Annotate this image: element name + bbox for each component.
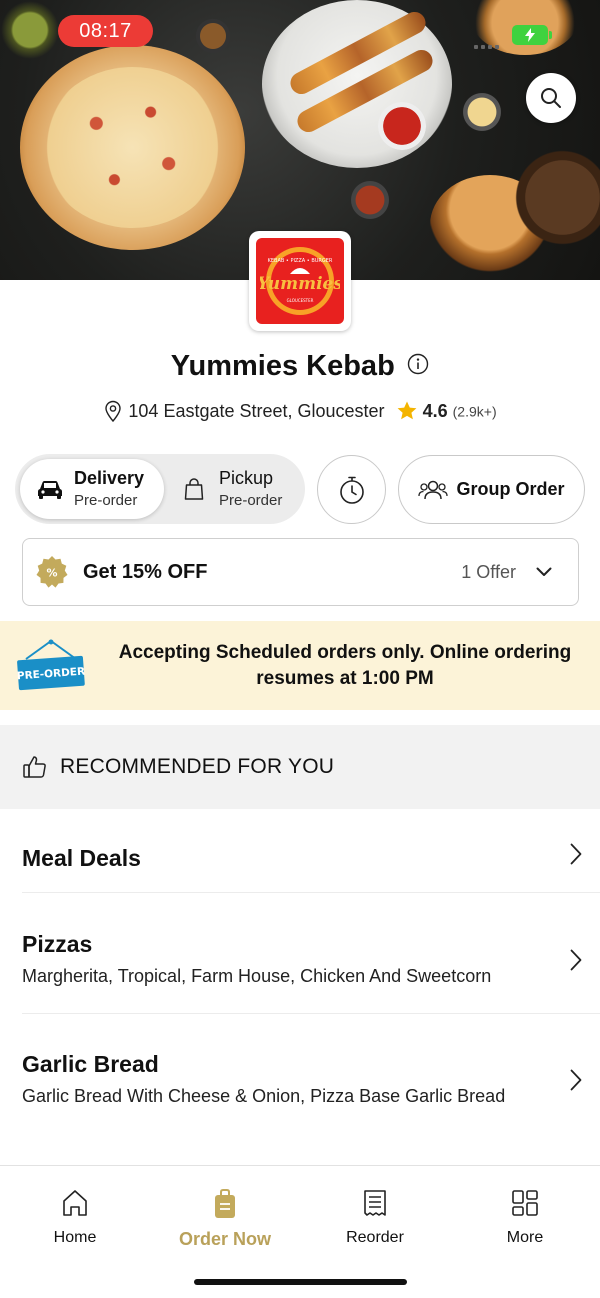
search-icon	[541, 88, 561, 108]
home-icon	[63, 1190, 87, 1216]
recommended-header: RECOMMENDED FOR YOU	[0, 725, 600, 809]
category-garlic-bread[interactable]: Garlic Bread Garlic Bread With Cheese & …	[22, 1051, 582, 1111]
tab-home[interactable]: Home	[0, 1188, 150, 1247]
svg-text:%: %	[46, 567, 57, 580]
address-row: 104 Eastgate Street, Gloucester 4.6 (2.9…	[0, 400, 600, 423]
chevron-right-icon	[570, 1069, 582, 1091]
group-icon	[418, 480, 449, 499]
tab-reorder[interactable]: Reorder	[300, 1188, 450, 1247]
delivery-option[interactable]: Delivery Pre-order	[20, 459, 164, 519]
offer-count: 1 Offer	[461, 561, 516, 582]
tab-label: Reorder	[346, 1229, 404, 1246]
stopwatch-icon	[339, 476, 364, 504]
pickup-sublabel: Pre-order	[219, 492, 283, 510]
category-title: Pizzas	[22, 931, 93, 957]
schedule-button[interactable]	[317, 455, 386, 524]
divider	[22, 892, 600, 893]
discount-badge-icon: %	[36, 556, 68, 588]
category-subtitle: Garlic Bread With Cheese & Onion, Pizza …	[22, 1086, 506, 1106]
order-bag-icon	[215, 1189, 235, 1218]
delivery-sublabel: Pre-order	[74, 492, 138, 510]
category-title: Garlic Bread	[22, 1051, 159, 1077]
order-type-toggle: Delivery Pre-order Pickup Pre-order	[15, 454, 305, 524]
offer-card[interactable]: % Get 15% OFF 1 Offer	[22, 538, 579, 606]
category-subtitle: Margherita, Tropical, Farm House, Chicke…	[22, 966, 492, 986]
group-order-button[interactable]: Group Order	[398, 455, 585, 524]
spice-bowl-photo	[195, 18, 231, 54]
grid-icon	[512, 1190, 538, 1216]
home-indicator	[194, 1279, 407, 1285]
recommended-label: RECOMMENDED FOR YOU	[60, 755, 335, 778]
dip-bowl-photo	[350, 180, 390, 220]
shopping-bag-icon	[184, 478, 204, 500]
chevron-right-icon	[570, 843, 582, 865]
chevron-down-icon	[536, 567, 552, 576]
preorder-message: Accepting Scheduled orders only. Online …	[118, 642, 572, 689]
restaurant-title-row: Yummies Kebab	[0, 350, 600, 383]
tab-label: More	[506, 1229, 544, 1246]
restaurant-logo: Yummies KEBAB • PIZZA • BURGER GLOUCESTE…	[249, 231, 351, 331]
pizza-photo	[20, 45, 245, 250]
restaurant-name: Yummies Kebab	[170, 350, 395, 382]
pickup-option[interactable]: Pickup Pre-order	[173, 459, 301, 519]
sauce-bowl-photo	[378, 102, 426, 150]
tab-label: Home	[53, 1229, 97, 1246]
tab-label: Order Now	[178, 1229, 271, 1249]
restaurant-address: 104 Eastgate Street, Gloucester	[128, 400, 385, 421]
dip-bowl-photo	[462, 92, 502, 132]
signal-icon	[474, 36, 504, 49]
logo-tagline: KEBAB • PIZZA • BURGER	[268, 258, 333, 264]
burger-photo	[515, 150, 600, 245]
category-meal-deals[interactable]: Meal Deals	[22, 843, 582, 875]
star-icon	[397, 401, 416, 420]
group-order-label: Group Order	[456, 479, 565, 499]
status-time: 08:17	[58, 15, 153, 47]
receipt-icon	[364, 1190, 386, 1216]
pickup-label: Pickup	[219, 467, 274, 488]
thumbs-up-icon	[23, 756, 46, 778]
oil-bottle-photo	[0, 0, 60, 60]
car-icon	[38, 481, 62, 499]
battery-charging-icon	[512, 25, 552, 45]
category-pizzas[interactable]: Pizzas Margherita, Tropical, Farm House,…	[22, 931, 582, 991]
delivery-label: Delivery	[74, 467, 145, 488]
preorder-sign-icon: PRE-ORDER	[17, 639, 85, 691]
tab-order-now[interactable]: Order Now	[150, 1188, 300, 1250]
tab-more[interactable]: More	[450, 1188, 600, 1247]
rating-value: 4.6	[422, 400, 448, 421]
location-pin-icon	[105, 401, 122, 423]
info-icon[interactable]	[407, 353, 429, 380]
category-title: Meal Deals	[22, 845, 141, 871]
logo-location: GLOUCESTER	[287, 298, 314, 303]
chevron-right-icon	[570, 949, 582, 971]
logo-wordmark: Yummies	[260, 274, 340, 294]
offer-title: Get 15% OFF	[83, 560, 208, 583]
rating-count: (2.9k+)	[452, 403, 497, 420]
divider	[22, 1013, 600, 1014]
search-button[interactable]	[526, 73, 576, 123]
preorder-banner: PRE-ORDER Accepting Scheduled orders onl…	[0, 621, 600, 710]
